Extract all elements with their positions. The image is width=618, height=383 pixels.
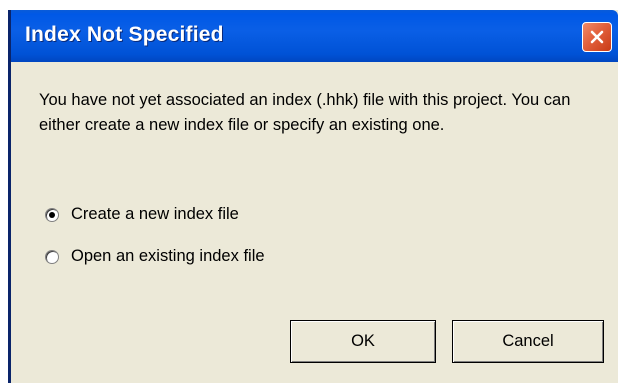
option-open-existing[interactable]: Open an existing index file xyxy=(45,247,265,266)
option-open-existing-label[interactable]: Open an existing index file xyxy=(71,247,265,266)
close-button[interactable] xyxy=(582,22,612,52)
cancel-button[interactable]: Cancel xyxy=(452,320,604,363)
close-icon xyxy=(590,30,604,44)
dialog-message: You have not yet associated an index (.h… xyxy=(39,91,571,134)
dialog-title: Index Not Specified xyxy=(25,23,224,46)
dialog-window: Index Not Specified You have not yet ass… xyxy=(8,10,618,383)
radio-open-existing[interactable] xyxy=(45,249,59,264)
option-create-new-label[interactable]: Create a new index file xyxy=(71,205,239,224)
radio-create-new[interactable] xyxy=(45,207,59,222)
title-bar[interactable]: Index Not Specified xyxy=(11,10,618,62)
option-create-new[interactable]: Create a new index file xyxy=(45,205,239,224)
ok-button[interactable]: OK xyxy=(290,320,436,363)
radio-selected-dot xyxy=(49,211,55,218)
